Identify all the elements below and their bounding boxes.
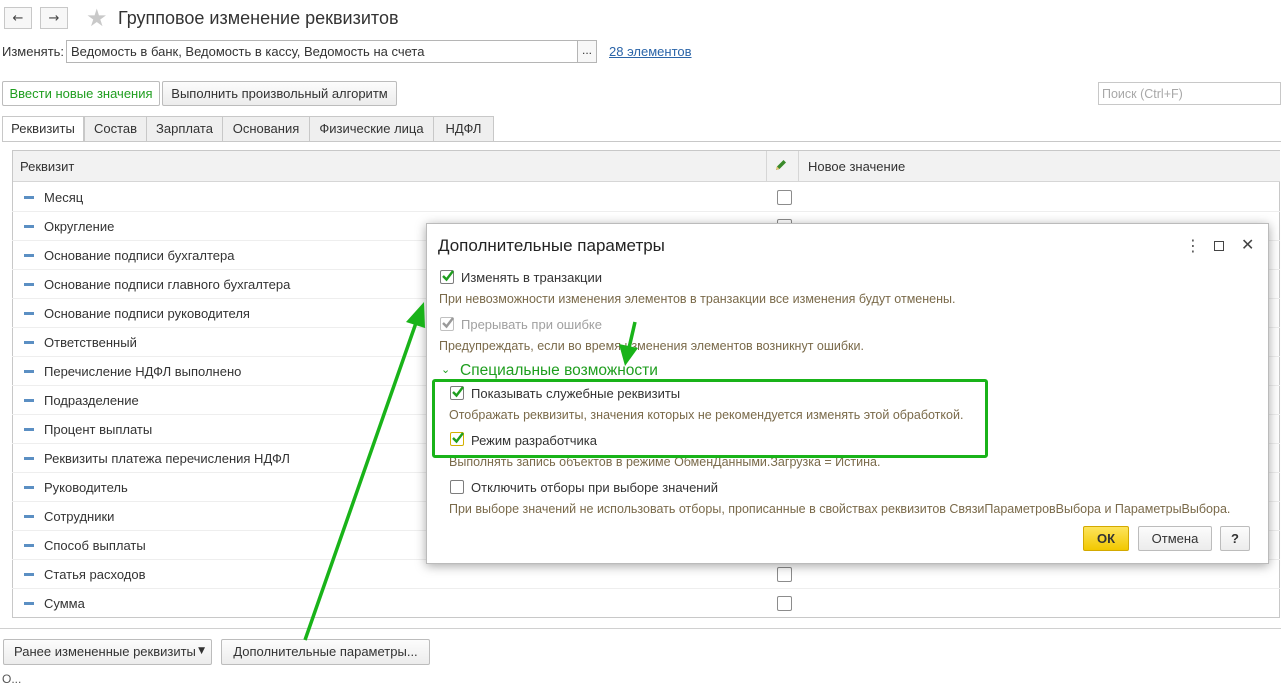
arrow-to-section (619, 321, 638, 366)
annotation-arrows (303, 302, 638, 641)
arrow-to-dialog (303, 302, 425, 641)
